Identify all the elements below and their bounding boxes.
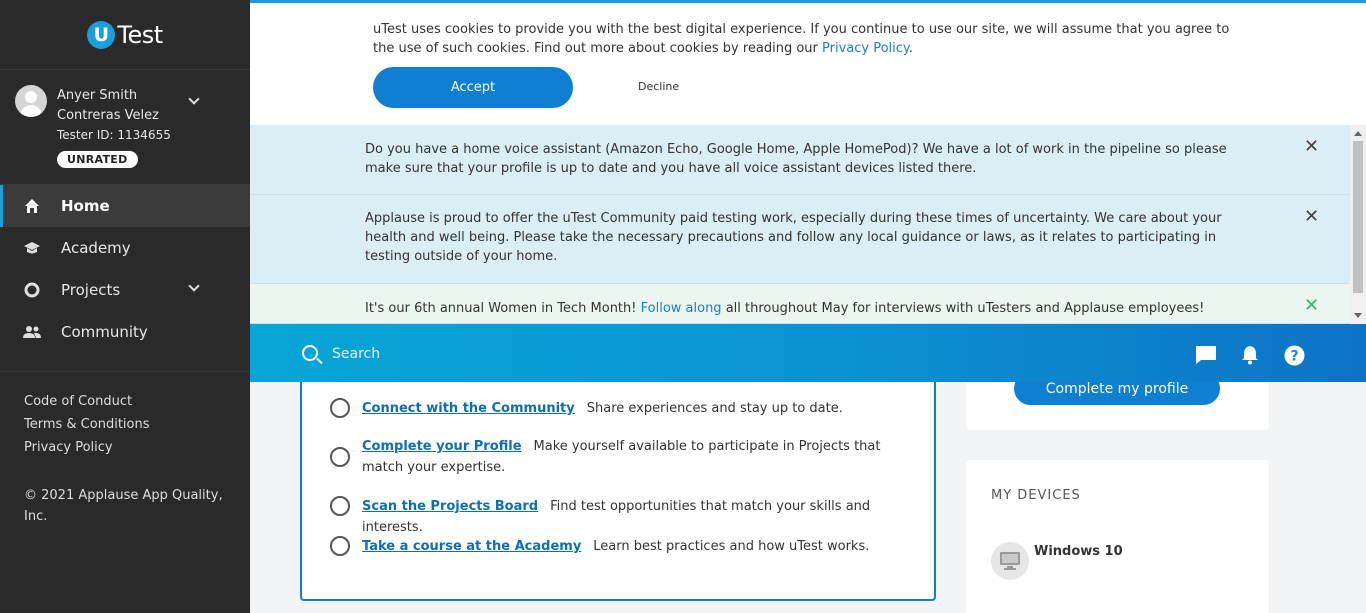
task-checkbox[interactable] [330, 398, 350, 418]
tester-id: Tester ID: 1134655 [57, 128, 171, 142]
task-checkbox[interactable] [330, 447, 350, 467]
device-name[interactable]: Windows 10 [1034, 544, 1123, 559]
notice-text: Applause is proud to offer the uTest Com… [365, 211, 1222, 264]
close-icon[interactable]: ✕ [1304, 296, 1319, 315]
task-link[interactable]: Take a course at the Academy [362, 539, 581, 554]
scroll-up-arrow-icon[interactable] [1354, 131, 1362, 136]
task-checkbox[interactable] [330, 496, 350, 516]
task-link[interactable]: Connect with the Community [362, 401, 575, 416]
home-icon [23, 197, 41, 215]
graduation-cap-icon [23, 239, 41, 257]
privacy-policy-link[interactable]: Privacy Policy [822, 41, 909, 56]
devices-title: MY DEVICES [991, 488, 1081, 503]
scroll-thumb[interactable] [1353, 141, 1363, 293]
sidebar-nav: Home Academy Projects Community [0, 185, 250, 353]
sidebar-item-projects[interactable]: Projects [0, 269, 250, 311]
sidebar-item-label: Community [61, 323, 148, 341]
search-header: ? [250, 324, 1366, 382]
sidebar-item-label: Academy [61, 239, 131, 257]
projects-icon [23, 281, 41, 299]
close-icon[interactable]: ✕ [1304, 207, 1319, 226]
profile-name: Anyer Smith [57, 88, 138, 103]
getting-started-card: Connect with the Community Share experien… [300, 382, 936, 601]
task-description: Learn best practices and how uTest works… [593, 539, 870, 554]
sidebar-item-home[interactable]: Home [0, 185, 250, 227]
sidebar-item-community[interactable]: Community [0, 311, 250, 353]
chat-icon[interactable] [1195, 344, 1217, 366]
applause-notice: Applause is proud to offer the uTest Com… [250, 195, 1350, 284]
people-icon [23, 323, 41, 341]
rating-badge: UNRATED [57, 151, 138, 168]
follow-along-link[interactable]: Follow along [641, 301, 722, 316]
women-in-tech-notice: It's our 6th annual Women in Tech Month!… [250, 284, 1350, 324]
projects-chevron-down-icon[interactable] [188, 280, 200, 292]
utest-logo[interactable]: U Test [0, 0, 250, 70]
cookie-text: uTest uses cookies to provide you with t… [373, 22, 1230, 56]
terms-link[interactable]: Terms & Conditions [24, 417, 226, 432]
copyright: © 2021 Applause App Quality, Inc. [24, 488, 223, 524]
notice-text: It's our 6th annual Women in Tech Month!… [365, 301, 1205, 316]
search-icon [302, 345, 318, 361]
notices-scrollbar[interactable] [1350, 125, 1366, 324]
desktop-icon [991, 542, 1029, 580]
avatar[interactable] [15, 85, 47, 117]
close-icon[interactable]: ✕ [1304, 137, 1319, 156]
main-area: Connect with the Community Share experien… [250, 0, 1366, 613]
help-icon[interactable]: ? [1283, 344, 1305, 366]
profile-completion-card: Complete my profile [966, 372, 1269, 430]
sidebar: U Test Anyer Smith Contreras Velez Teste… [0, 0, 250, 613]
notice-text: Do you have a home voice assistant (Amaz… [365, 142, 1227, 176]
profile-chevron-down-icon[interactable] [188, 93, 200, 105]
task-link[interactable]: Complete your Profile [362, 439, 522, 454]
logo-mark: U [87, 20, 116, 49]
task-checkbox[interactable] [330, 536, 350, 556]
svg-text:?: ? [1290, 348, 1298, 364]
sidebar-item-label: Home [61, 197, 110, 215]
footer-links: Code of Conduct Terms & Conditions Priva… [0, 371, 250, 455]
decline-cookies-button[interactable]: Decline [638, 80, 679, 93]
profile-panel: Anyer Smith Contreras Velez Tester ID: 1… [0, 70, 250, 185]
accept-cookies-button[interactable]: Accept [373, 67, 573, 108]
my-devices-card: MY DEVICES Windows 10 [966, 460, 1269, 613]
task-description: Share experiences and stay up to date. [586, 401, 843, 416]
sidebar-item-label: Projects [61, 281, 121, 299]
sidebar-item-academy[interactable]: Academy [0, 227, 250, 269]
cookie-banner: uTest uses cookies to provide you with t… [250, 0, 1366, 125]
profile-surname: Contreras Velez [57, 108, 159, 123]
code-of-conduct-link[interactable]: Code of Conduct [24, 394, 226, 409]
logo-text: Test [117, 20, 163, 49]
search-input[interactable] [332, 342, 932, 366]
task-link[interactable]: Scan the Projects Board [362, 499, 538, 514]
privacy-policy-link[interactable]: Privacy Policy [24, 440, 226, 455]
voice-assistant-notice: Do you have a home voice assistant (Amaz… [250, 125, 1350, 195]
scroll-down-arrow-icon[interactable] [1354, 313, 1362, 318]
bell-icon[interactable] [1239, 344, 1261, 366]
